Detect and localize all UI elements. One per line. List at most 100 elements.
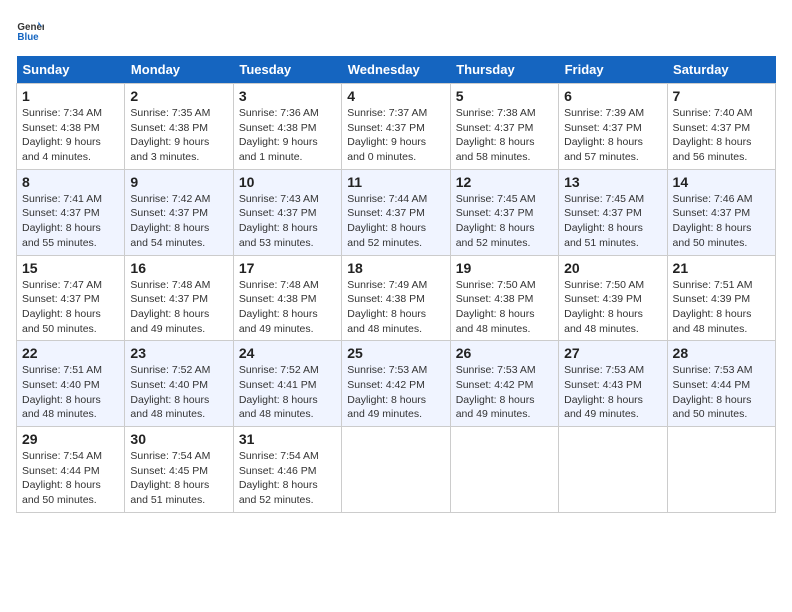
calendar-week-row: 1 Sunrise: 7:34 AMSunset: 4:38 PMDaylight… xyxy=(17,84,776,170)
calendar-table: SundayMondayTuesdayWednesdayThursdayFrid… xyxy=(16,56,776,513)
cell-day-number: 28 xyxy=(673,345,770,361)
cell-day-number: 14 xyxy=(673,174,770,190)
calendar-cell: 24 Sunrise: 7:52 AMSunset: 4:41 PMDayligh… xyxy=(233,341,341,427)
calendar-cell: 20Sunrise: 7:50 AMSunset: 4:39 PMDayligh… xyxy=(559,255,667,341)
cell-info: Sunrise: 7:35 AMSunset: 4:38 PMDaylight:… xyxy=(130,106,227,165)
calendar-cell: 25 Sunrise: 7:53 AMSunset: 4:42 PMDayligh… xyxy=(342,341,450,427)
cell-day-number: 30 xyxy=(130,431,227,447)
calendar-cell: 10 Sunrise: 7:43 AMSunset: 4:37 PMDayligh… xyxy=(233,169,341,255)
calendar-cell: 29 Sunrise: 7:54 AMSunset: 4:44 PMDayligh… xyxy=(17,427,125,513)
calendar-cell: 14 Sunrise: 7:46 AMSunset: 4:37 PMDayligh… xyxy=(667,169,775,255)
cell-day-number: 9 xyxy=(130,174,227,190)
calendar-week-row: 8 Sunrise: 7:41 AMSunset: 4:37 PMDaylight… xyxy=(17,169,776,255)
calendar-cell: 23Sunrise: 7:52 AMSunset: 4:40 PMDayligh… xyxy=(125,341,233,427)
calendar-cell: 12 Sunrise: 7:45 AMSunset: 4:37 PMDayligh… xyxy=(450,169,558,255)
cell-info: Sunrise: 7:50 AMSunset: 4:38 PMDaylight:… xyxy=(456,278,553,337)
cell-info: Sunrise: 7:53 AMSunset: 4:42 PMDaylight:… xyxy=(347,363,444,422)
cell-info: Sunrise: 7:53 AMSunset: 4:42 PMDaylight:… xyxy=(456,363,553,422)
calendar-cell: 28 Sunrise: 7:53 AMSunset: 4:44 PMDayligh… xyxy=(667,341,775,427)
cell-info: Sunrise: 7:44 AMSunset: 4:37 PMDaylight:… xyxy=(347,192,444,251)
calendar-cell: 15 Sunrise: 7:47 AMSunset: 4:37 PMDayligh… xyxy=(17,255,125,341)
cell-day-number: 12 xyxy=(456,174,553,190)
cell-day-number: 19 xyxy=(456,260,553,276)
calendar-cell: 8 Sunrise: 7:41 AMSunset: 4:37 PMDaylight… xyxy=(17,169,125,255)
calendar-cell: 7 Sunrise: 7:40 AMSunset: 4:37 PMDaylight… xyxy=(667,84,775,170)
calendar-cell: 1 Sunrise: 7:34 AMSunset: 4:38 PMDaylight… xyxy=(17,84,125,170)
cell-day-number: 8 xyxy=(22,174,119,190)
cell-day-number: 29 xyxy=(22,431,119,447)
cell-day-number: 22 xyxy=(22,345,119,361)
calendar-cell: 4Sunrise: 7:37 AMSunset: 4:37 PMDaylight… xyxy=(342,84,450,170)
cell-day-number: 7 xyxy=(673,88,770,104)
calendar-cell: 19 Sunrise: 7:50 AMSunset: 4:38 PMDayligh… xyxy=(450,255,558,341)
calendar-cell xyxy=(450,427,558,513)
weekday-header-sunday: Sunday xyxy=(17,56,125,84)
cell-info: Sunrise: 7:52 AMSunset: 4:41 PMDaylight:… xyxy=(239,363,336,422)
weekday-header-monday: Monday xyxy=(125,56,233,84)
calendar-cell: 22 Sunrise: 7:51 AMSunset: 4:40 PMDayligh… xyxy=(17,341,125,427)
logo-icon: General Blue xyxy=(16,16,44,44)
calendar-cell: 13 Sunrise: 7:45 AMSunset: 4:37 PMDayligh… xyxy=(559,169,667,255)
cell-info: Sunrise: 7:45 AMSunset: 4:37 PMDaylight:… xyxy=(564,192,661,251)
cell-info: Sunrise: 7:49 AMSunset: 4:38 PMDaylight:… xyxy=(347,278,444,337)
cell-day-number: 4 xyxy=(347,88,444,104)
cell-day-number: 20 xyxy=(564,260,661,276)
calendar-cell: 9 Sunrise: 7:42 AMSunset: 4:37 PMDaylight… xyxy=(125,169,233,255)
cell-day-number: 10 xyxy=(239,174,336,190)
cell-day-number: 18 xyxy=(347,260,444,276)
svg-text:Blue: Blue xyxy=(17,32,39,43)
cell-day-number: 25 xyxy=(347,345,444,361)
cell-info: Sunrise: 7:53 AMSunset: 4:44 PMDaylight:… xyxy=(673,363,770,422)
cell-day-number: 31 xyxy=(239,431,336,447)
cell-info: Sunrise: 7:48 AMSunset: 4:38 PMDaylight:… xyxy=(239,278,336,337)
cell-info: Sunrise: 7:34 AMSunset: 4:38 PMDaylight:… xyxy=(22,106,119,165)
calendar-cell: 3Sunrise: 7:36 AMSunset: 4:38 PMDaylight… xyxy=(233,84,341,170)
page-header: General Blue xyxy=(16,16,776,44)
cell-day-number: 1 xyxy=(22,88,119,104)
cell-info: Sunrise: 7:40 AMSunset: 4:37 PMDaylight:… xyxy=(673,106,770,165)
cell-info: Sunrise: 7:54 AMSunset: 4:44 PMDaylight:… xyxy=(22,449,119,508)
cell-day-number: 24 xyxy=(239,345,336,361)
weekday-header-tuesday: Tuesday xyxy=(233,56,341,84)
cell-day-number: 21 xyxy=(673,260,770,276)
cell-day-number: 26 xyxy=(456,345,553,361)
calendar-cell: 18 Sunrise: 7:49 AMSunset: 4:38 PMDayligh… xyxy=(342,255,450,341)
cell-day-number: 13 xyxy=(564,174,661,190)
cell-day-number: 15 xyxy=(22,260,119,276)
logo: General Blue xyxy=(16,16,48,44)
cell-info: Sunrise: 7:47 AMSunset: 4:37 PMDaylight:… xyxy=(22,278,119,337)
cell-day-number: 6 xyxy=(564,88,661,104)
calendar-cell: 26 Sunrise: 7:53 AMSunset: 4:42 PMDayligh… xyxy=(450,341,558,427)
cell-info: Sunrise: 7:54 AMSunset: 4:45 PMDaylight:… xyxy=(130,449,227,508)
calendar-week-row: 29 Sunrise: 7:54 AMSunset: 4:44 PMDayligh… xyxy=(17,427,776,513)
weekday-header-saturday: Saturday xyxy=(667,56,775,84)
calendar-cell xyxy=(559,427,667,513)
cell-day-number: 23 xyxy=(130,345,227,361)
cell-day-number: 11 xyxy=(347,174,444,190)
cell-info: Sunrise: 7:43 AMSunset: 4:37 PMDaylight:… xyxy=(239,192,336,251)
cell-day-number: 27 xyxy=(564,345,661,361)
calendar-cell: 16Sunrise: 7:48 AMSunset: 4:37 PMDayligh… xyxy=(125,255,233,341)
calendar-cell: 31Sunrise: 7:54 AMSunset: 4:46 PMDayligh… xyxy=(233,427,341,513)
cell-info: Sunrise: 7:42 AMSunset: 4:37 PMDaylight:… xyxy=(130,192,227,251)
cell-day-number: 2 xyxy=(130,88,227,104)
cell-info: Sunrise: 7:45 AMSunset: 4:37 PMDaylight:… xyxy=(456,192,553,251)
calendar-cell: 27Sunrise: 7:53 AMSunset: 4:43 PMDayligh… xyxy=(559,341,667,427)
calendar-cell: 11 Sunrise: 7:44 AMSunset: 4:37 PMDayligh… xyxy=(342,169,450,255)
calendar-cell xyxy=(342,427,450,513)
calendar-week-row: 22 Sunrise: 7:51 AMSunset: 4:40 PMDayligh… xyxy=(17,341,776,427)
weekday-header-row: SundayMondayTuesdayWednesdayThursdayFrid… xyxy=(17,56,776,84)
calendar-cell xyxy=(667,427,775,513)
cell-info: Sunrise: 7:46 AMSunset: 4:37 PMDaylight:… xyxy=(673,192,770,251)
calendar-week-row: 15 Sunrise: 7:47 AMSunset: 4:37 PMDayligh… xyxy=(17,255,776,341)
calendar-cell: 5Sunrise: 7:38 AMSunset: 4:37 PMDaylight… xyxy=(450,84,558,170)
cell-info: Sunrise: 7:51 AMSunset: 4:40 PMDaylight:… xyxy=(22,363,119,422)
cell-info: Sunrise: 7:51 AMSunset: 4:39 PMDaylight:… xyxy=(673,278,770,337)
calendar-cell: 21 Sunrise: 7:51 AMSunset: 4:39 PMDayligh… xyxy=(667,255,775,341)
cell-info: Sunrise: 7:41 AMSunset: 4:37 PMDaylight:… xyxy=(22,192,119,251)
cell-info: Sunrise: 7:39 AMSunset: 4:37 PMDaylight:… xyxy=(564,106,661,165)
calendar-cell: 30 Sunrise: 7:54 AMSunset: 4:45 PMDayligh… xyxy=(125,427,233,513)
weekday-header-thursday: Thursday xyxy=(450,56,558,84)
calendar-cell: 2 Sunrise: 7:35 AMSunset: 4:38 PMDaylight… xyxy=(125,84,233,170)
cell-info: Sunrise: 7:48 AMSunset: 4:37 PMDaylight:… xyxy=(130,278,227,337)
